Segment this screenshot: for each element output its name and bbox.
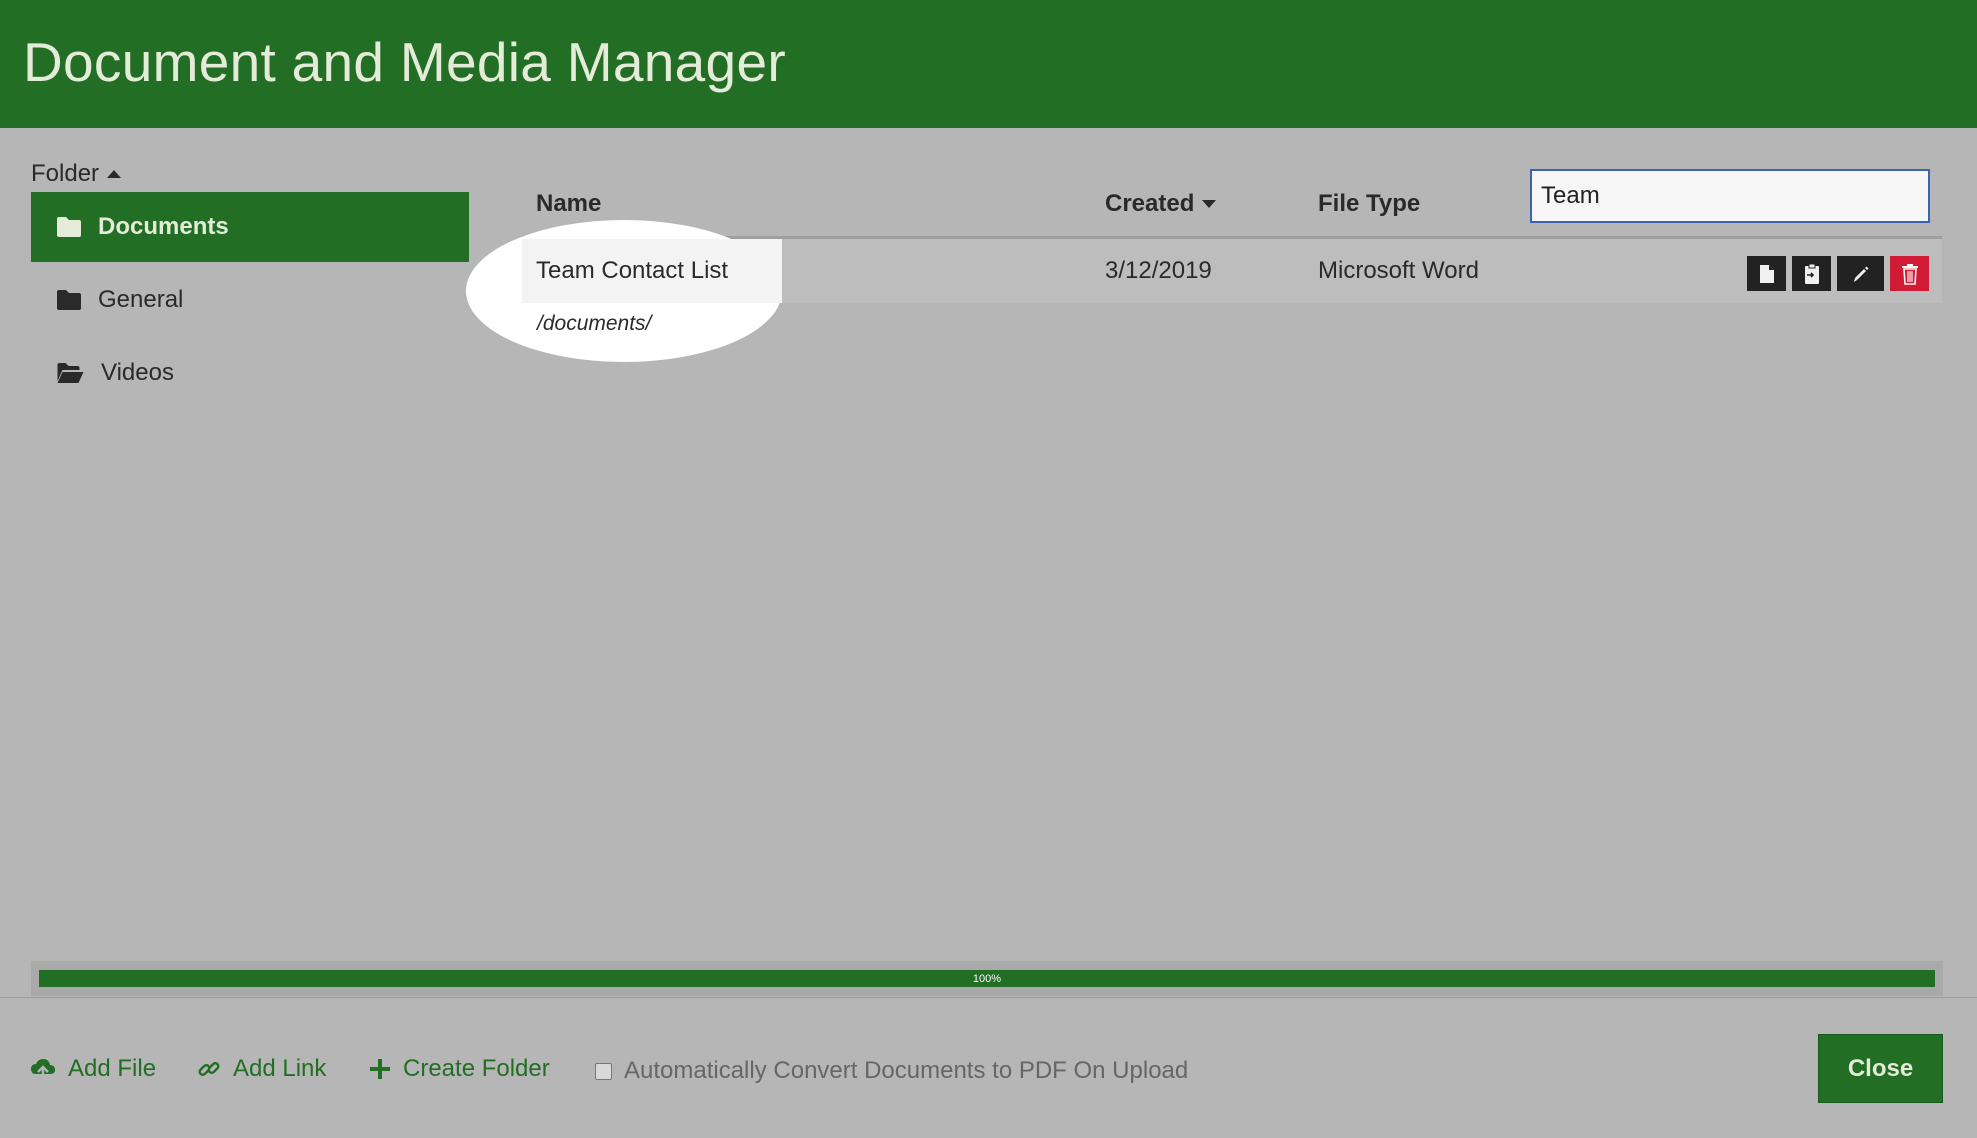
sidebar-item-label: Documents (98, 213, 229, 240)
close-button[interactable]: Close (1818, 1034, 1943, 1103)
copy-link-button[interactable] (1792, 256, 1831, 291)
trash-icon (1901, 263, 1918, 285)
folder-icon (57, 290, 81, 310)
column-header-name[interactable]: Name (536, 190, 601, 218)
file-name[interactable]: Team Contact List (536, 257, 728, 285)
folder-heading-label: Folder (31, 160, 100, 187)
upload-progress-bar: 100% (31, 961, 1943, 996)
folder-icon (57, 217, 81, 237)
sort-ascending-icon (107, 170, 122, 178)
page-title: Document and Media Manager (23, 31, 786, 93)
column-header-file-type[interactable]: File Type (1318, 190, 1420, 218)
progress-fill: 100% (39, 970, 1935, 987)
create-folder-label: Create Folder (403, 1055, 550, 1082)
progress-label: 100% (972, 972, 1002, 985)
sidebar-item-videos[interactable]: Videos (31, 338, 469, 408)
search-input[interactable] (1530, 169, 1930, 223)
sort-descending-icon (1202, 200, 1217, 208)
footer-divider (0, 997, 1977, 998)
folder-sort-header[interactable]: Folder (31, 160, 122, 188)
create-folder-button[interactable]: Create Folder (369, 1055, 550, 1083)
link-icon (198, 1062, 220, 1076)
file-icon (1759, 264, 1774, 283)
sidebar-item-documents[interactable]: Documents (31, 192, 469, 262)
add-link-button[interactable]: Add Link (197, 1055, 326, 1083)
column-label: File Type (1318, 190, 1421, 217)
sidebar-item-label: General (98, 286, 184, 313)
cloud-upload-icon (31, 1059, 55, 1080)
file-type: Microsoft Word (1318, 257, 1479, 284)
sidebar-item-general[interactable]: General (31, 265, 469, 335)
edit-file-button[interactable] (1837, 256, 1884, 291)
convert-to-pdf-checkbox[interactable] (595, 1062, 612, 1080)
column-label: Created (1105, 190, 1195, 217)
add-file-label: Add File (68, 1055, 157, 1082)
view-file-button[interactable] (1747, 256, 1786, 291)
add-link-label: Add Link (233, 1055, 327, 1082)
convert-to-pdf-option[interactable]: Automatically Convert Documents to PDF O… (595, 1057, 1188, 1085)
folder-open-icon (57, 363, 84, 383)
plus-icon (370, 1059, 390, 1079)
file-created-date: 3/12/2019 (1105, 257, 1212, 284)
delete-file-button[interactable] (1890, 256, 1929, 291)
column-header-created[interactable]: Created (1105, 190, 1217, 218)
file-path: /documents/ (537, 312, 652, 335)
app-header: Document and Media Manager (0, 0, 1977, 128)
convert-to-pdf-label: Automatically Convert Documents to PDF O… (624, 1057, 1189, 1084)
clipboard-icon (1804, 263, 1819, 284)
pencil-icon (1853, 266, 1868, 282)
column-label: Name (536, 190, 602, 217)
add-file-button[interactable]: Add File (30, 1055, 156, 1083)
sidebar-item-label: Videos (101, 359, 174, 386)
